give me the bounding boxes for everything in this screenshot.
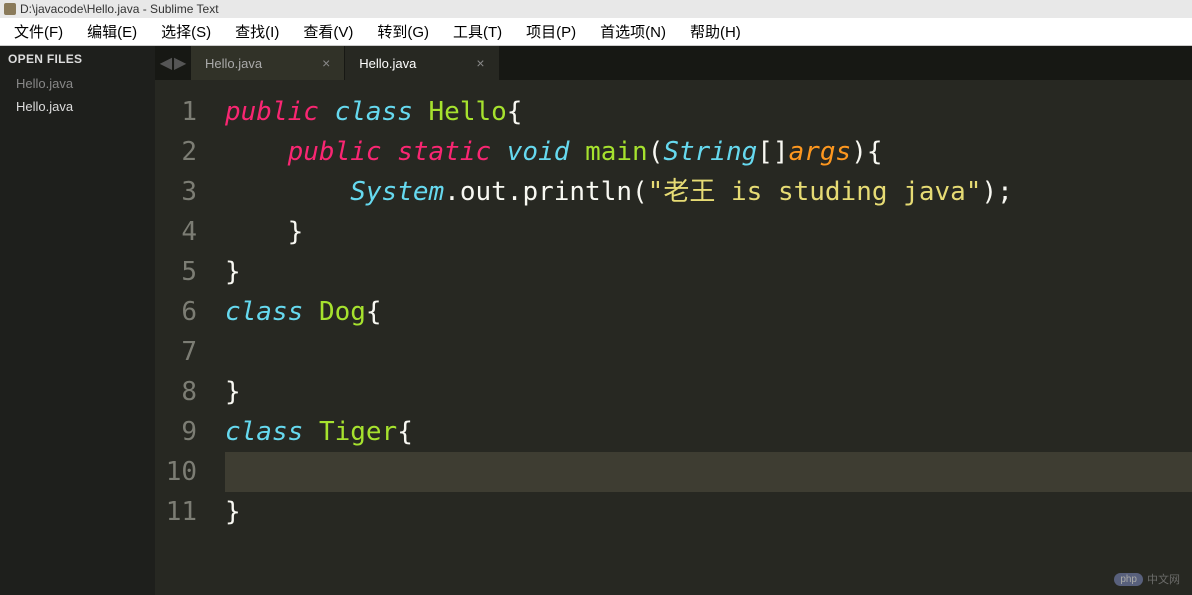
code-line[interactable]: public static void main(String[]args){ — [225, 132, 1192, 172]
menu-item-3[interactable]: 查找(I) — [223, 21, 291, 42]
open-files-header: OPEN FILES — [0, 46, 155, 72]
watermark-text: 中文网 — [1147, 571, 1180, 587]
tab-nav-arrows[interactable]: ◀ ▶ — [155, 46, 191, 80]
tab-label: Hello.java — [359, 56, 416, 71]
app-icon — [4, 3, 16, 15]
menu-bar: 文件(F)编辑(E)选择(S)查找(I)查看(V)转到(G)工具(T)项目(P)… — [0, 18, 1192, 46]
code-line[interactable]: System.out.println("老王 is studing java")… — [225, 172, 1192, 212]
code-area[interactable]: 1234567891011 public class Hello{ public… — [155, 80, 1192, 595]
tab-1[interactable]: Hello.java × — [345, 46, 499, 80]
close-icon[interactable]: × — [476, 55, 484, 71]
code-line[interactable]: } — [225, 492, 1192, 532]
line-number: 11 — [155, 492, 197, 532]
menu-item-4[interactable]: 查看(V) — [291, 21, 365, 42]
line-number: 8 — [155, 372, 197, 412]
sidebar: OPEN FILES Hello.javaHello.java — [0, 46, 155, 595]
code-line[interactable]: public class Hello{ — [225, 92, 1192, 132]
code-content[interactable]: public class Hello{ public static void m… — [215, 80, 1192, 595]
menu-item-8[interactable]: 首选项(N) — [588, 21, 678, 42]
code-line[interactable]: } — [225, 372, 1192, 412]
menu-item-5[interactable]: 转到(G) — [365, 21, 441, 42]
menu-item-7[interactable]: 项目(P) — [514, 21, 588, 42]
line-number: 2 — [155, 132, 197, 172]
code-line[interactable] — [225, 452, 1192, 492]
line-number-gutter: 1234567891011 — [155, 80, 215, 595]
line-number: 3 — [155, 172, 197, 212]
php-badge: php — [1114, 573, 1143, 586]
window-title: D:\javacode\Hello.java - Sublime Text — [20, 2, 219, 16]
line-number: 6 — [155, 292, 197, 332]
sidebar-file-0[interactable]: Hello.java — [0, 72, 155, 95]
tab-next-icon[interactable]: ▶ — [174, 53, 186, 73]
menu-item-1[interactable]: 编辑(E) — [75, 21, 149, 42]
editor-area: ◀ ▶ Hello.java × Hello.java × 1234567891011… — [155, 46, 1192, 595]
line-number: 9 — [155, 412, 197, 452]
sidebar-file-1[interactable]: Hello.java — [0, 95, 155, 118]
menu-item-6[interactable]: 工具(T) — [441, 21, 514, 42]
title-bar: D:\javacode\Hello.java - Sublime Text — [0, 0, 1192, 18]
watermark: php 中文网 — [1114, 571, 1180, 587]
code-line[interactable]: } — [225, 212, 1192, 252]
tab-prev-icon[interactable]: ◀ — [160, 53, 172, 73]
tab-label: Hello.java — [205, 56, 262, 71]
code-line[interactable]: class Dog{ — [225, 292, 1192, 332]
menu-item-2[interactable]: 选择(S) — [149, 21, 223, 42]
tab-0[interactable]: Hello.java × — [191, 46, 345, 80]
menu-item-0[interactable]: 文件(F) — [2, 21, 75, 42]
code-line[interactable] — [225, 332, 1192, 372]
close-icon[interactable]: × — [322, 55, 330, 71]
line-number: 7 — [155, 332, 197, 372]
menu-item-9[interactable]: 帮助(H) — [678, 21, 753, 42]
line-number: 4 — [155, 212, 197, 252]
code-line[interactable]: } — [225, 252, 1192, 292]
code-line[interactable]: class Tiger{ — [225, 412, 1192, 452]
line-number: 5 — [155, 252, 197, 292]
line-number: 1 — [155, 92, 197, 132]
tab-row: ◀ ▶ Hello.java × Hello.java × — [155, 46, 1192, 80]
line-number: 10 — [155, 452, 197, 492]
